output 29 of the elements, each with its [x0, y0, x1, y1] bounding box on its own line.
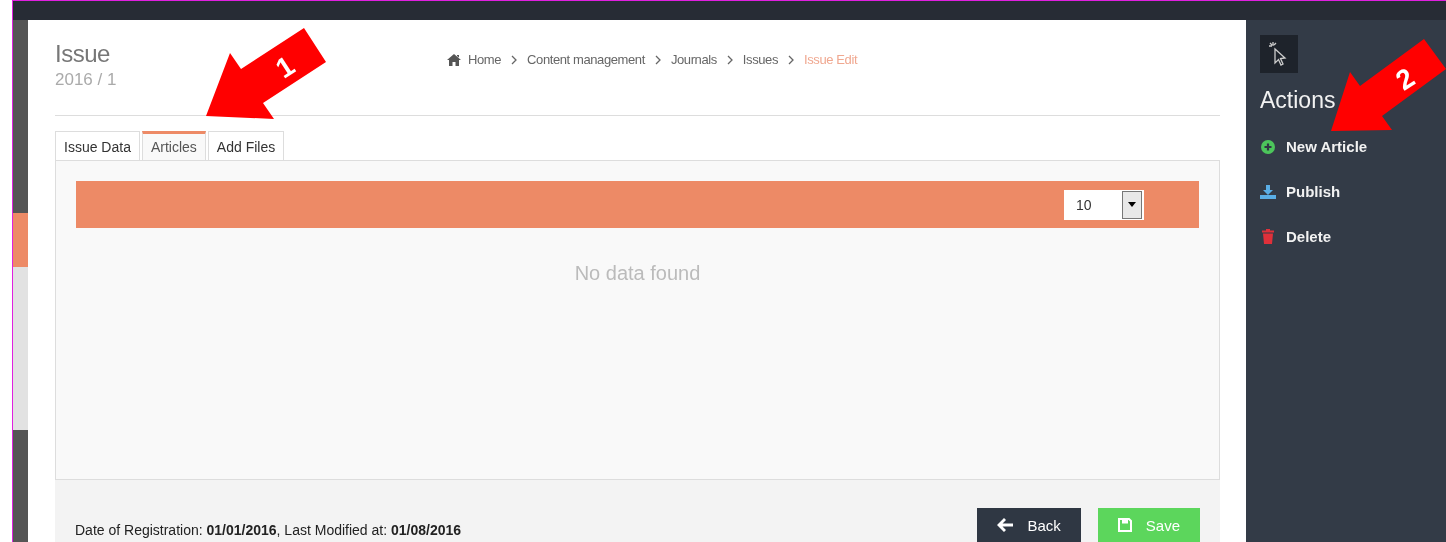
action-link[interactable]: New Article	[1260, 124, 1432, 169]
breadcrumb-link[interactable]: Home	[468, 52, 502, 67]
page-subtitle: 2016 / 1	[55, 70, 118, 90]
save-icon	[1117, 518, 1132, 532]
back-button[interactable]: Back	[977, 508, 1081, 542]
chevron-icon	[511, 54, 518, 65]
cursor-icon	[1260, 35, 1298, 73]
tab[interactable]: Add Files	[207, 131, 285, 161]
page-size-select[interactable]: 10	[1064, 189, 1144, 220]
download-icon	[1260, 184, 1276, 199]
chevron-icon	[726, 54, 733, 65]
tab[interactable]: Articles	[141, 131, 206, 161]
caret-icon	[1128, 202, 1136, 207]
chevron-icon	[788, 54, 794, 65]
page-title: Issue	[55, 40, 110, 68]
chevron-icon	[654, 54, 661, 65]
home-icon	[447, 53, 461, 66]
arrow-left-icon	[997, 518, 1014, 532]
breadcrumb-link[interactable]: Issues	[742, 52, 778, 67]
sidebar-title: Actions	[1260, 87, 1337, 114]
dates-info: Date of Registration: 01/01/2016, Last Modified at: 01/08/2016	[75, 522, 462, 540]
trash-icon	[1260, 229, 1276, 244]
plus-circle-icon	[1260, 139, 1276, 154]
breadcrumb-link[interactable]: Journals	[670, 52, 717, 67]
breadcrumb-link[interactable]: Content management	[527, 52, 645, 67]
tab[interactable]: Issue Data	[55, 131, 140, 161]
action-link[interactable]: Publish	[1260, 169, 1432, 214]
action-link[interactable]: Delete	[1260, 214, 1432, 259]
empty-message: No data found	[573, 262, 702, 285]
